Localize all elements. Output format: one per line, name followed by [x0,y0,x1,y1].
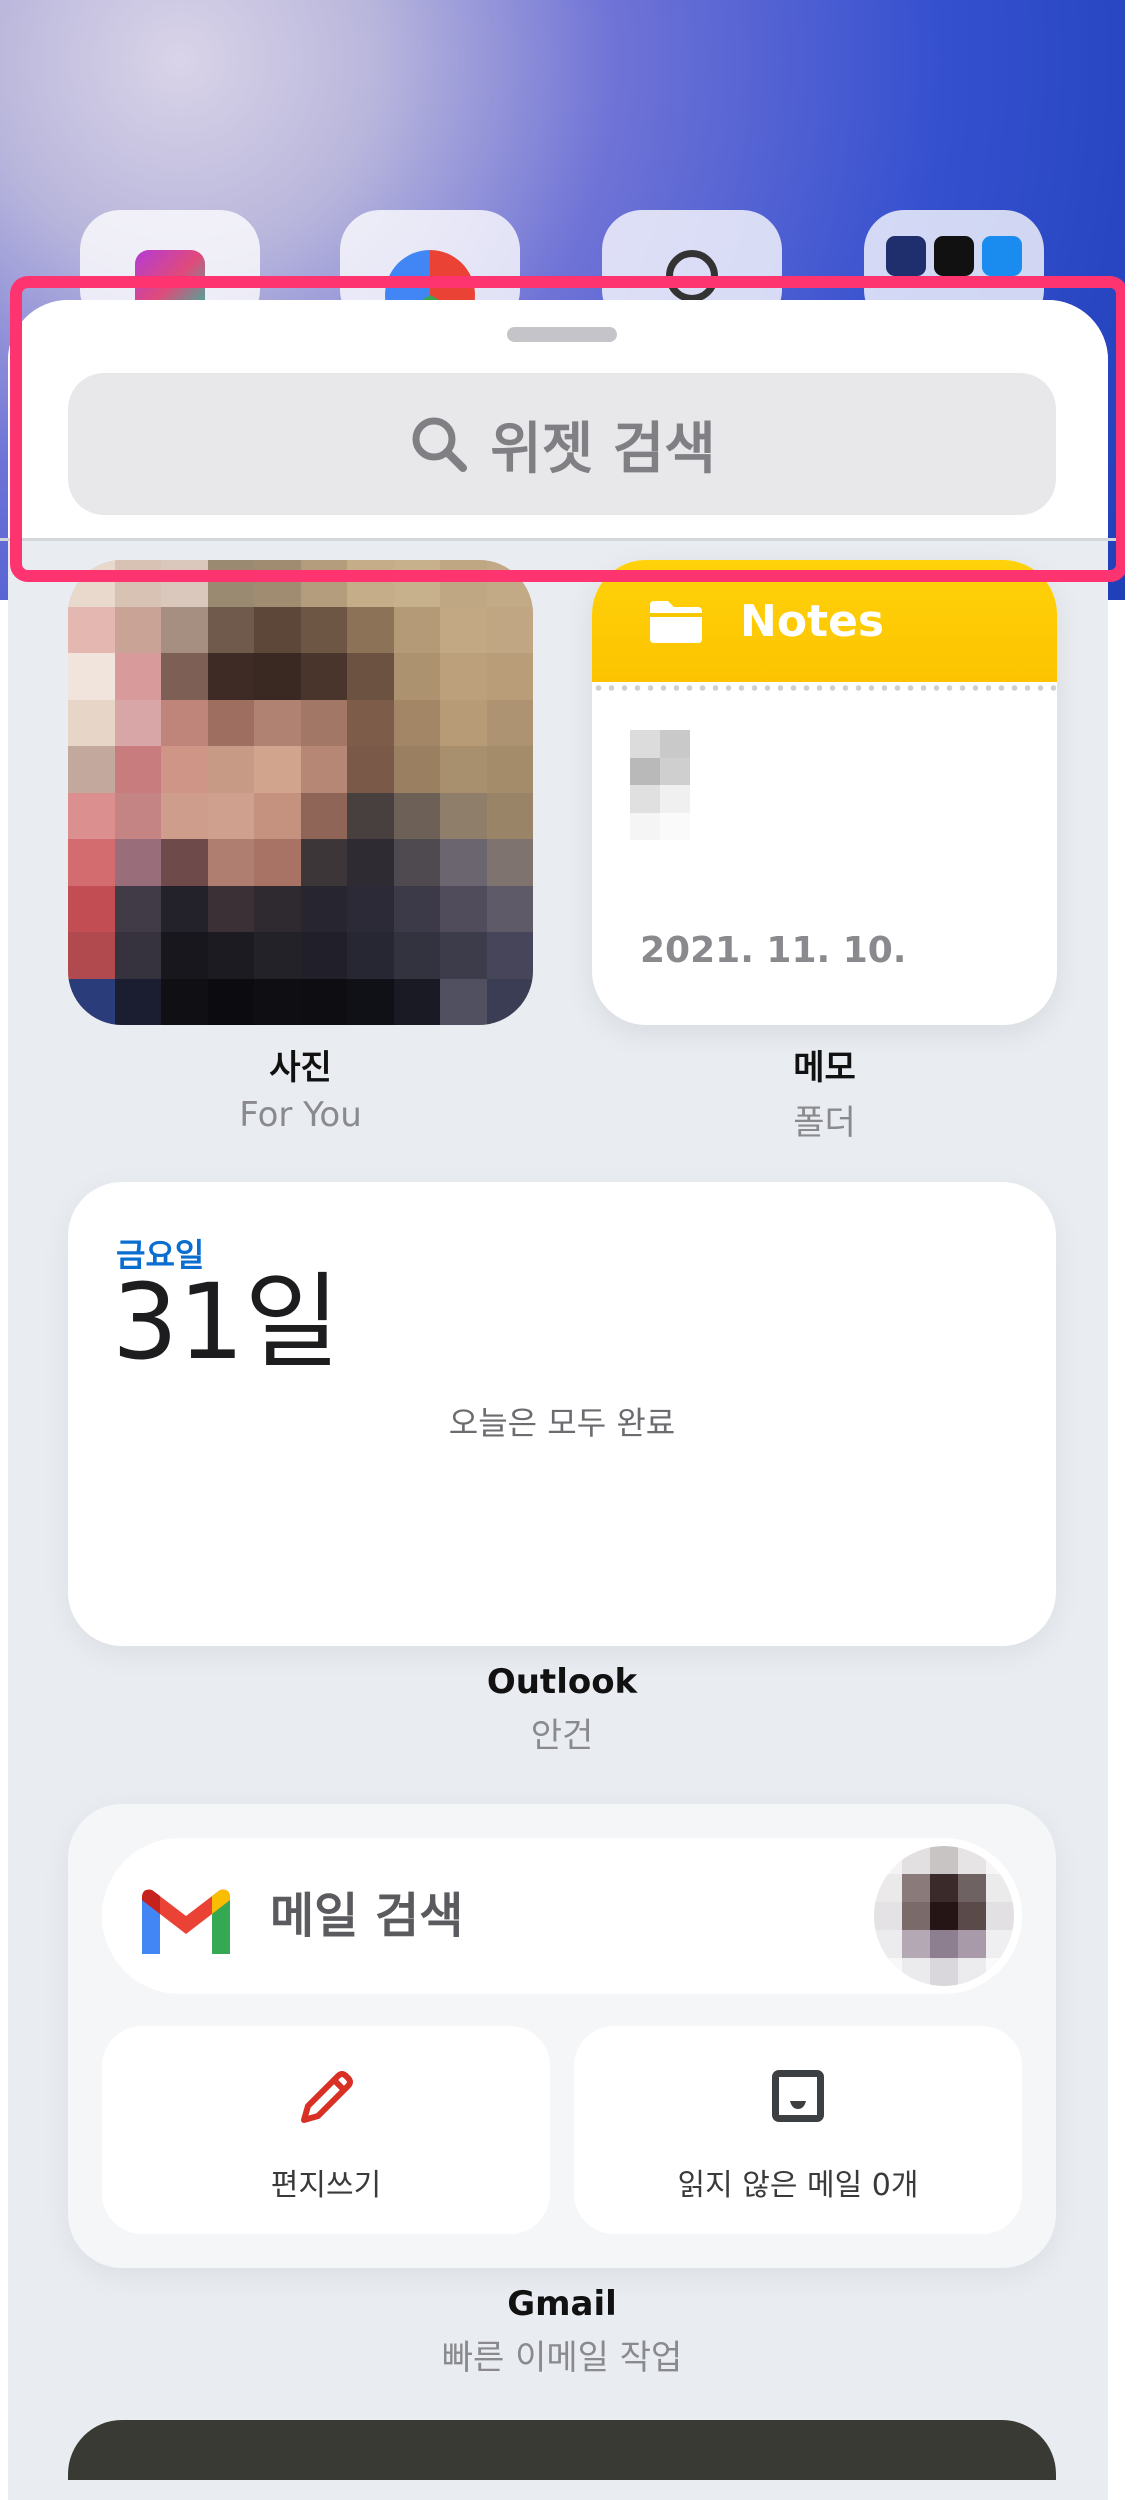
search-highlight-box [10,276,1128,582]
gmail-search-label: 메일 검색 [270,1888,464,1944]
dji-app-icon [934,236,974,276]
outlook-widget[interactable]: 금요일 31일 오늘은 모두 완료 [68,1182,1056,1646]
note-thumbnail [630,730,690,840]
photos-widget[interactable] [68,560,533,1025]
outlook-date: 31일 [112,1261,341,1383]
gmail-unread-label: 읽지 않은 메일 0개 [677,2168,919,2203]
notes-widget-title: 메모 [793,1048,856,1088]
avatar[interactable] [874,1846,1014,1986]
pencil-icon [301,2071,353,2123]
next-widget-preview[interactable] [68,2420,1056,2480]
notes-widget[interactable]: Notes 2021. 11. 10. [592,560,1057,1025]
gmail-widget[interactable]: 메일 검색 편지쓰기 읽지 않은 메일 0개 [68,1804,1056,2268]
folder-icon [650,601,702,643]
gmail-logo-icon [142,1889,230,1954]
gmail-compose-label: 편지쓰기 [270,2168,382,2203]
notes-header-title: Notes [740,595,885,647]
notes-widget-subtitle: 폴더 [793,1103,856,1143]
photo-pixelated-image [68,560,533,1025]
gmail-search-bar[interactable]: 메일 검색 [102,1838,1022,1994]
coov-app-icon [886,236,926,276]
photos-widget-title: 사진 [269,1048,332,1088]
screen-edge [1125,0,1140,2436]
outlook-widget-title: Outlook [486,1662,638,1702]
notes-dotted-divider [592,684,1057,692]
gmail-widget-title: Gmail [507,2284,617,2324]
gmail-compose-button[interactable]: 편지쓰기 [102,2026,550,2234]
note-date: 2021. 11. 10. [640,930,907,971]
outlook-empty-message: 오늘은 모두 완료 [448,1404,676,1442]
photos-widget-subtitle: For You [239,1095,362,1135]
inbox-icon [772,2070,824,2122]
gmail-widget-subtitle: 빠른 이메일 작업 [441,2338,683,2378]
gmail-unread-button[interactable]: 읽지 않은 메일 0개 [574,2026,1022,2234]
outlook-widget-subtitle: 안건 [530,1716,594,1756]
appstore-app-icon [982,236,1022,276]
